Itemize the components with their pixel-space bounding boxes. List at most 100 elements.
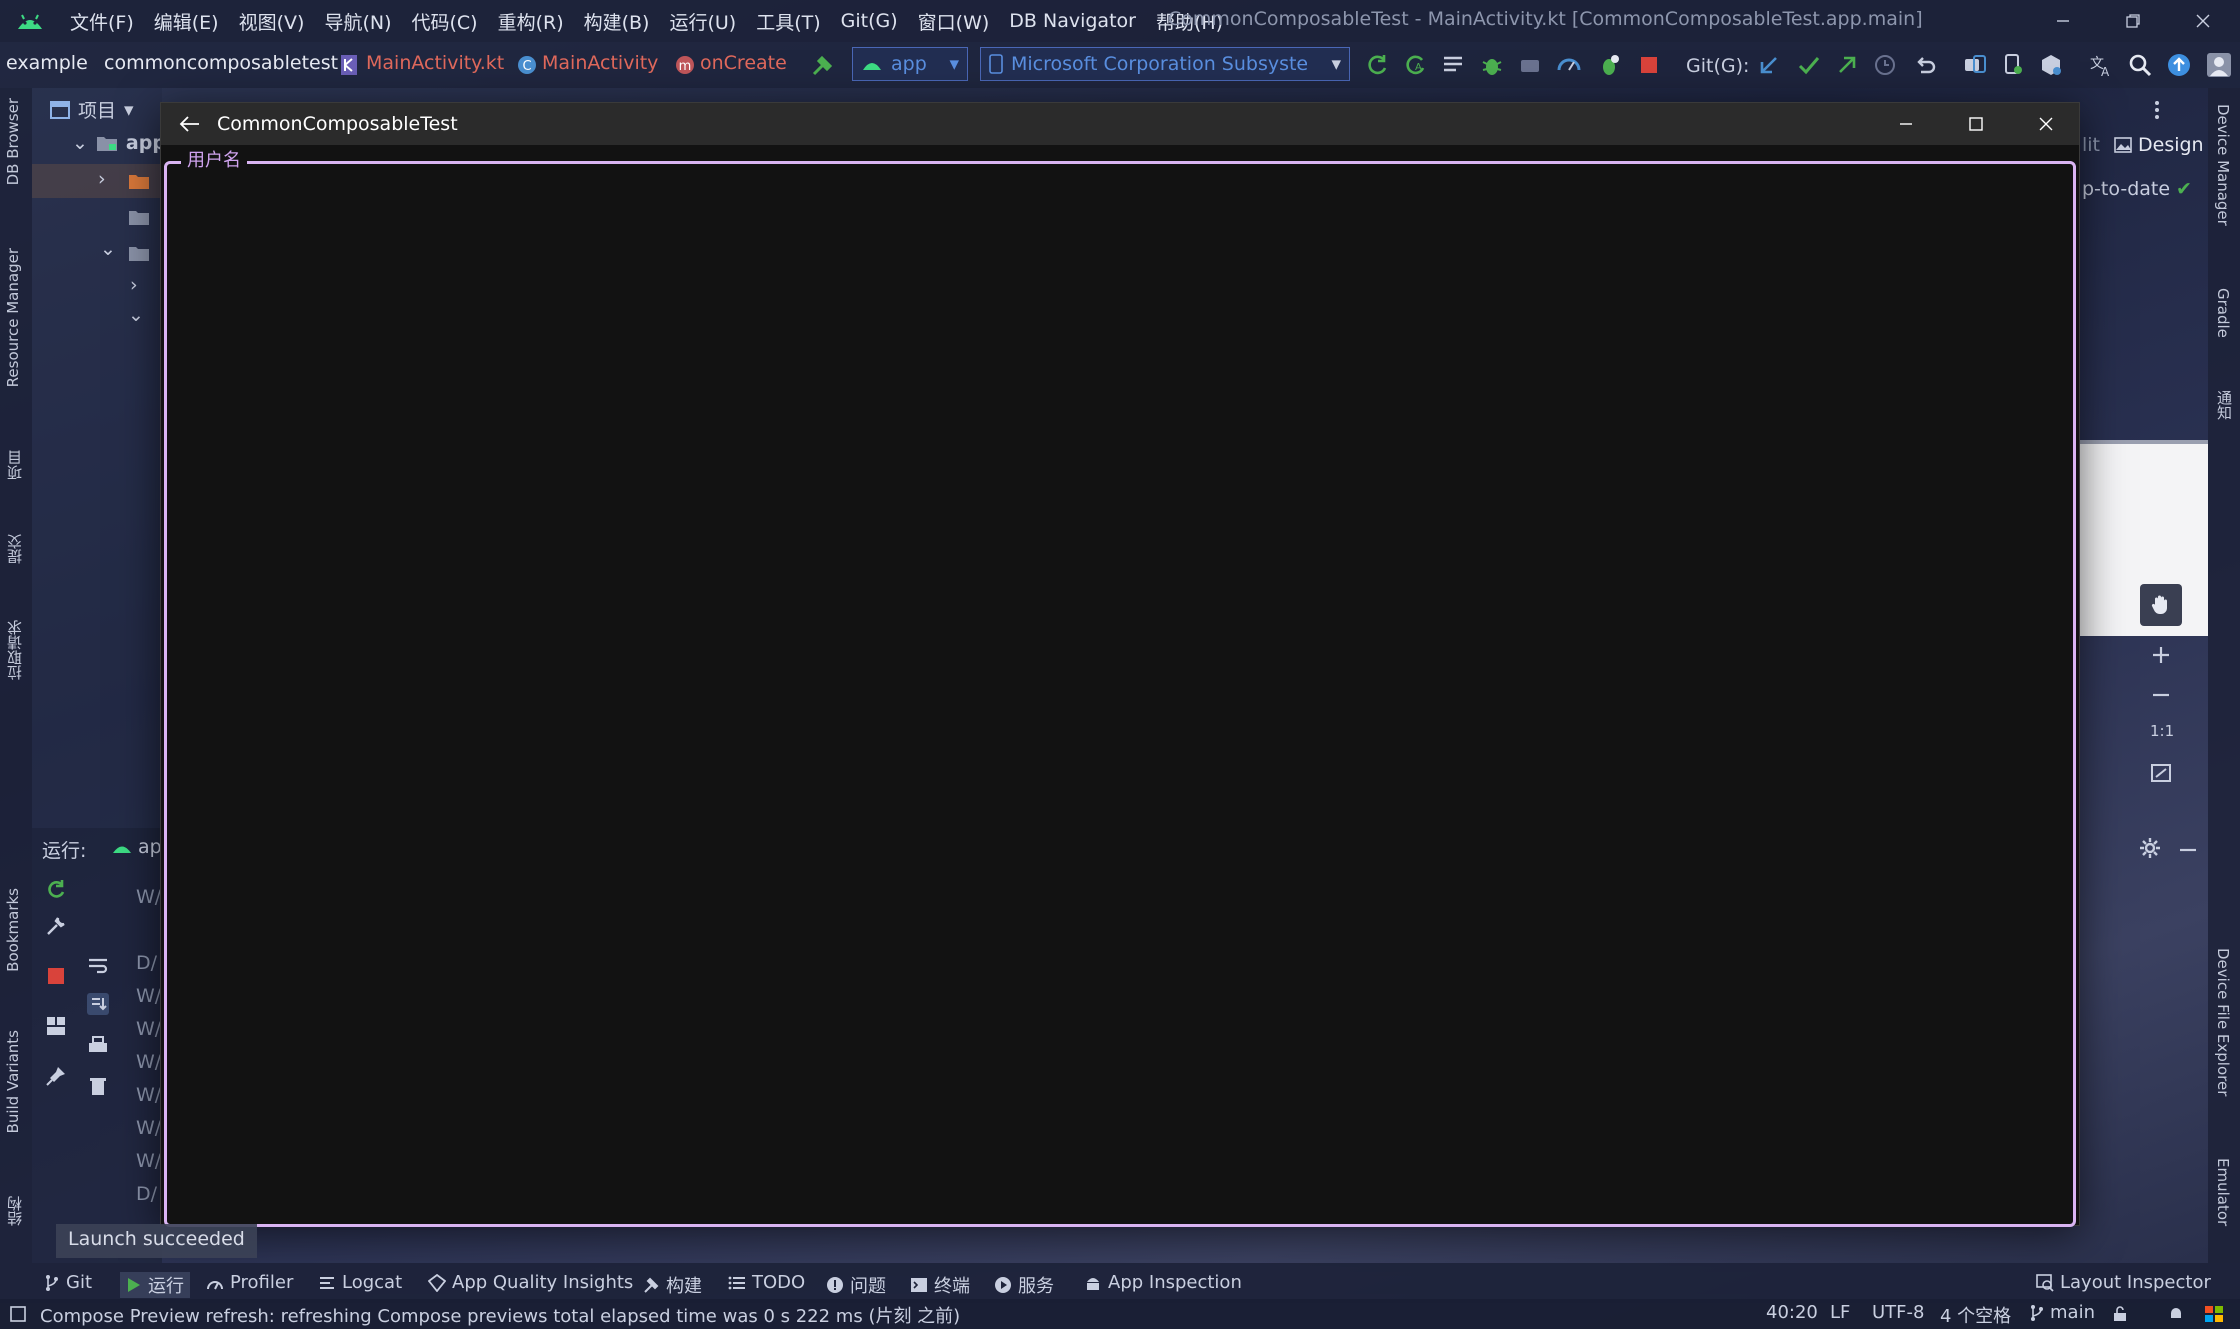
tree-expand-icon[interactable]: ⌄ xyxy=(100,238,116,260)
breadcrumb-class[interactable]: MainActivity xyxy=(542,52,658,74)
wrench-icon[interactable] xyxy=(44,914,68,938)
ide-restore-button[interactable] xyxy=(2098,4,2168,38)
make-project-hammer-icon[interactable] xyxy=(810,52,836,83)
app-close-button[interactable] xyxy=(2011,103,2081,145)
user-avatar-icon[interactable] xyxy=(2206,52,2232,78)
menu-tools[interactable]: 工具(T) xyxy=(746,8,830,35)
menu-git[interactable]: Git(G) xyxy=(831,10,908,32)
git-commit-check-icon[interactable] xyxy=(1796,52,1822,78)
sdk-manager-icon[interactable] xyxy=(2038,52,2064,78)
tool-device-file-explorer[interactable]: Device File Explorer xyxy=(2214,948,2232,1096)
tree-row-selected[interactable]: › xyxy=(32,164,162,198)
tool-project[interactable]: 项目 xyxy=(4,450,25,480)
run-coverage-icon[interactable] xyxy=(1596,52,1622,78)
bottom-tab-build[interactable]: 构建 xyxy=(642,1272,702,1298)
apply-changes-restart-icon[interactable] xyxy=(1364,52,1390,78)
minimize-panel-icon[interactable] xyxy=(2178,840,2198,860)
tool-pull-requests[interactable]: 拉取请求 xyxy=(4,620,25,680)
split-view-button[interactable]: lit xyxy=(2082,134,2100,156)
stop-icon[interactable] xyxy=(1636,52,1662,78)
gear-icon[interactable] xyxy=(2138,836,2162,860)
line-separator[interactable]: LF xyxy=(1830,1302,1850,1323)
bottom-tab-git[interactable]: Git xyxy=(44,1272,92,1293)
app-minimize-button[interactable] xyxy=(1871,103,1941,145)
ide-close-button[interactable] xyxy=(2168,4,2238,38)
run-tab-label[interactable]: ap xyxy=(138,836,162,858)
zoom-fit-icon[interactable] xyxy=(2150,762,2172,784)
layout-icon[interactable] xyxy=(44,1014,68,1038)
breadcrumb-package[interactable]: commoncomposabletest xyxy=(104,52,338,74)
project-panel-header[interactable]: 项目 xyxy=(78,96,116,123)
menu-build[interactable]: 构建(B) xyxy=(574,8,660,35)
menu-window[interactable]: 窗口(W) xyxy=(908,8,1000,35)
tree-expand-icon[interactable]: ⌄ xyxy=(128,304,144,326)
app-maximize-button[interactable] xyxy=(1941,103,2011,145)
tool-db-browser[interactable]: DB Browser xyxy=(4,98,22,185)
breadcrumb-example[interactable]: example xyxy=(6,52,88,74)
rerun-icon[interactable] xyxy=(44,878,68,902)
menu-code[interactable]: 代码(C) xyxy=(401,8,487,35)
device-dropdown[interactable]: Microsoft Corporation Subsystem f ▾ xyxy=(980,47,1350,81)
print-icon[interactable] xyxy=(86,1034,110,1058)
bottom-tab-layout-inspector[interactable]: Layout Inspector xyxy=(2036,1272,2211,1293)
bottom-tab-logcat[interactable]: Logcat xyxy=(318,1272,402,1293)
bottom-tab-profiler[interactable]: Profiler xyxy=(206,1272,293,1293)
git-rollback-icon[interactable] xyxy=(1912,52,1938,78)
menu-edit[interactable]: 编辑(E) xyxy=(144,8,229,35)
git-update-icon[interactable] xyxy=(1756,52,1782,78)
menu-run[interactable]: 运行(U) xyxy=(659,8,746,35)
lock-icon[interactable] xyxy=(2112,1306,2128,1322)
scroll-to-end-icon[interactable] xyxy=(86,992,110,1016)
search-icon[interactable] xyxy=(2127,52,2153,78)
run-config-dropdown[interactable]: app ▾ xyxy=(852,47,968,81)
tool-bookmarks[interactable]: Bookmarks xyxy=(4,888,22,972)
soft-wrap-icon[interactable] xyxy=(86,954,110,978)
apply-code-changes-icon[interactable]: A xyxy=(1402,52,1428,78)
zoom-reset-button[interactable]: 1:1 xyxy=(2150,722,2174,740)
bottom-tab-terminal[interactable]: 终端 xyxy=(910,1272,970,1298)
menu-refactor[interactable]: 重构(R) xyxy=(488,8,574,35)
bottom-tab-run[interactable]: 运行 xyxy=(120,1272,190,1298)
tool-structure[interactable]: 结构 xyxy=(4,1196,25,1226)
username-text-field[interactable] xyxy=(164,161,2076,1227)
pan-hand-button[interactable] xyxy=(2140,584,2182,626)
tool-resource-manager[interactable]: Resource Manager xyxy=(4,248,22,387)
bottom-tab-problems[interactable]: 问题 xyxy=(826,1272,886,1298)
tool-device-manager[interactable]: Device Manager xyxy=(2214,104,2232,226)
bottom-tab-app-inspection[interactable]: App Inspection xyxy=(1084,1272,1242,1293)
status-toggle-icon[interactable] xyxy=(10,1306,26,1322)
status-message[interactable]: Compose Preview refresh: refreshing Comp… xyxy=(40,1302,960,1328)
tree-expand-icon[interactable]: ⌄ xyxy=(72,132,88,154)
debug-bug-icon[interactable] xyxy=(1479,52,1505,78)
ide-minimize-button[interactable] xyxy=(2028,4,2098,38)
git-branch-widget[interactable]: main xyxy=(2030,1302,2095,1323)
tool-commit[interactable]: 提交 xyxy=(4,534,25,564)
design-view-button[interactable]: Design xyxy=(2138,134,2204,156)
menu-navigate[interactable]: 导航(N) xyxy=(314,8,401,35)
bottom-tab-todo[interactable]: TODO xyxy=(728,1272,805,1293)
zoom-out-icon[interactable] xyxy=(2150,684,2172,706)
stop-icon[interactable] xyxy=(44,964,68,988)
pin-icon[interactable] xyxy=(44,1064,68,1088)
device-manager-icon[interactable] xyxy=(2000,52,2026,78)
git-push-icon[interactable] xyxy=(1834,52,1860,78)
zoom-in-icon[interactable] xyxy=(2150,644,2172,666)
tool-gradle[interactable]: Gradle xyxy=(2214,288,2232,338)
trash-icon[interactable] xyxy=(86,1074,110,1098)
breadcrumb-file[interactable]: MainActivity.kt xyxy=(366,52,504,74)
notifications-icon[interactable] xyxy=(2168,1306,2184,1322)
tool-emulator[interactable]: Emulator xyxy=(2214,1158,2232,1226)
update-available-icon[interactable] xyxy=(2166,52,2192,78)
breadcrumb-method[interactable]: onCreate xyxy=(700,52,787,74)
menu-db-navigator[interactable]: DB Navigator xyxy=(999,10,1146,32)
tree-expand-icon[interactable]: › xyxy=(130,274,138,296)
device-mirror-icon[interactable] xyxy=(1962,52,1988,78)
bottom-tab-services[interactable]: 服务 xyxy=(994,1272,1054,1298)
cursor-position[interactable]: 40:20 xyxy=(1766,1302,1818,1323)
menu-file[interactable]: 文件(F) xyxy=(60,8,144,35)
tool-notifications[interactable]: 通知 xyxy=(2214,390,2235,420)
attach-debugger-icon[interactable] xyxy=(1517,52,1543,78)
bottom-tab-app-quality-insights[interactable]: App Quality Insights xyxy=(428,1272,633,1293)
tool-build-variants[interactable]: Build Variants xyxy=(4,1030,22,1133)
translate-icon[interactable]: 文A xyxy=(2088,52,2114,78)
